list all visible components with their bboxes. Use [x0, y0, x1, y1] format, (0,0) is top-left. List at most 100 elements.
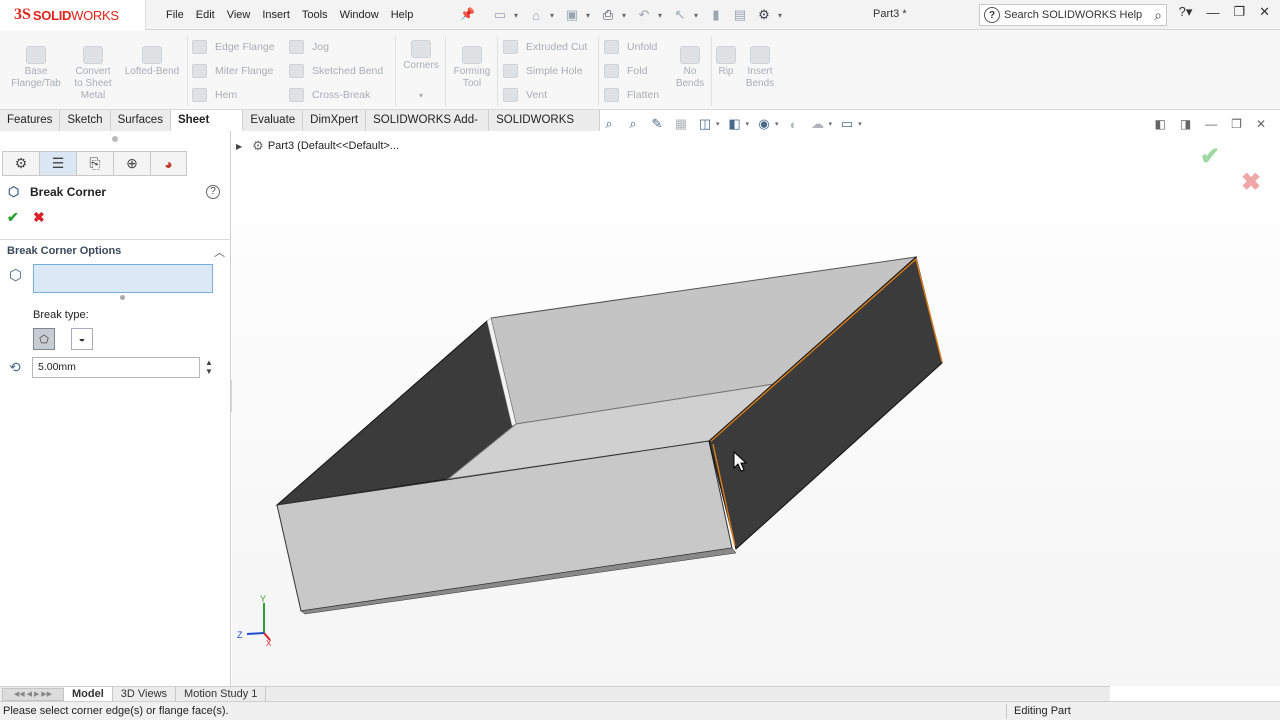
search-icon[interactable]: ⌕ [1154, 7, 1162, 24]
tab-model[interactable]: Model [64, 686, 113, 702]
section-view-icon[interactable]: ▦ [672, 116, 690, 132]
panel-grip[interactable] [112, 136, 118, 142]
tab-motion-study-1[interactable]: Motion Study 1 [176, 686, 267, 702]
distance-spinner-icon[interactable]: ▲ ▼ [205, 358, 213, 376]
new-document-icon[interactable]: ▭ [490, 6, 510, 24]
flatten-button[interactable]: Flatten [604, 88, 659, 102]
view-settings-icon[interactable]: ▭ [838, 116, 856, 132]
apply-scene-icon[interactable]: ☁ [809, 116, 827, 132]
chamfer-break-type-button[interactable]: ⬠ [33, 328, 55, 350]
undo-icon[interactable]: ↶ [634, 6, 654, 24]
zoom-to-area-icon[interactable]: ⌕ [624, 116, 642, 132]
tab-solidworks-add-ins[interactable]: SOLIDWORKS Add-Ins [366, 110, 490, 146]
menu-edit[interactable]: Edit [190, 9, 221, 21]
hem-button[interactable]: Hem [192, 88, 237, 102]
zoom-to-fit-icon[interactable]: ⌕ [600, 116, 618, 132]
display-manager-tab-icon[interactable]: ◕ [150, 151, 187, 176]
feature-manager-tab-icon[interactable]: ⚙ [2, 151, 39, 176]
vent-button[interactable]: Vent [503, 88, 547, 102]
menu-file[interactable]: File [160, 9, 190, 21]
sketched-bend-button[interactable]: Sketched Bend [289, 64, 383, 78]
menu-view[interactable]: View [221, 9, 257, 21]
unfold-button[interactable]: Unfold [604, 40, 657, 54]
display-style-dropdown-icon[interactable]: ▾ [746, 120, 750, 128]
viewport-tile-right-icon[interactable]: ◨ [1180, 117, 1191, 131]
tab-sheet-metal[interactable]: Sheet Metal [170, 110, 244, 146]
menu-tools[interactable]: Tools [296, 9, 334, 21]
previous-view-icon[interactable]: ✎ [648, 116, 666, 132]
print-icon[interactable]: ⎙ [598, 6, 618, 24]
dimxpert-manager-tab-icon[interactable]: ⊕ [113, 151, 150, 176]
save-dropdown-icon[interactable]: ▾ [586, 11, 594, 20]
save-icon[interactable]: ▣ [562, 6, 582, 24]
menu-help[interactable]: Help [385, 9, 420, 21]
rip-button[interactable]: Rip [712, 46, 740, 78]
edge-flange-button[interactable]: Edge Flange [192, 40, 275, 54]
tab-surfaces[interactable]: Surfaces [110, 110, 171, 131]
open-dropdown-icon[interactable]: ▾ [550, 11, 558, 20]
print-dropdown-icon[interactable]: ▾ [622, 11, 630, 20]
restore-icon[interactable]: ❐ [1233, 4, 1245, 20]
insert-bends-button[interactable]: Insert Bends [740, 46, 780, 90]
ok-checkmark-icon[interactable]: ✔ [7, 209, 19, 226]
expand-arrow-icon[interactable]: ▶ [236, 142, 242, 151]
feature-tree-flyout[interactable]: ▶ ⚙ Part3 (Default<<Default>... [236, 138, 399, 154]
selection-box-resize-handle[interactable] [120, 295, 125, 300]
tab-dimxpert[interactable]: DimXpert [303, 110, 367, 131]
viewport-close-icon[interactable]: ✕ [1256, 117, 1266, 131]
hide-show-dropdown-icon[interactable]: ▾ [775, 120, 779, 128]
view-orientation-icon[interactable]: ◫ [696, 116, 714, 132]
options-gear-icon[interactable]: ⚙ [754, 6, 774, 24]
select-icon[interactable]: ↖ [670, 6, 690, 24]
select-dropdown-icon[interactable]: ▾ [694, 11, 702, 20]
miter-flange-button[interactable]: Miter Flange [192, 64, 273, 78]
confirmation-ok-icon[interactable]: ✔ [1200, 142, 1220, 171]
corners-dropdown-icon[interactable]: ▾ [398, 90, 444, 102]
property-manager-tab-icon[interactable]: ☰ [39, 151, 76, 176]
search-help-field[interactable]: ? Search SOLIDWORKS Help ⌕ [979, 4, 1167, 26]
tab-features[interactable]: Features [0, 110, 61, 131]
viewport-tile-left-icon[interactable]: ◧ [1154, 117, 1165, 131]
sheet-metal-box-model[interactable]: Y Z X [232, 131, 1280, 686]
help-menu-icon[interactable]: ?▾ [1179, 4, 1193, 20]
minimize-icon[interactable]: — [1206, 5, 1219, 20]
tab-evaluate[interactable]: Evaluate [243, 110, 304, 131]
edit-appearance-icon[interactable]: ◐ [785, 116, 803, 132]
base-flange-button[interactable]: Base Flange/Tab [8, 46, 64, 90]
lofted-bend-button[interactable]: Lofted-Bend [120, 46, 184, 78]
help-icon[interactable]: ? [206, 185, 220, 199]
apply-scene-dropdown-icon[interactable]: ▾ [829, 120, 833, 128]
fillet-break-type-button[interactable]: ◒ [71, 328, 93, 350]
tab-solidworks-mbd[interactable]: SOLIDWORKS MBD [489, 110, 600, 146]
extruded-cut-button[interactable]: Extruded Cut [503, 40, 587, 54]
viewport-minimize-icon[interactable]: — [1205, 117, 1217, 131]
tab-sketch[interactable]: Sketch [60, 110, 111, 131]
no-bends-button[interactable]: No Bends [670, 46, 710, 90]
solidworks-logo[interactable]: 3S SOLIDWORKS [0, 0, 146, 30]
new-dropdown-icon[interactable]: ▾ [514, 11, 522, 20]
corner-entities-selection-box[interactable] [33, 264, 213, 293]
corners-button[interactable]: Corners ▾ [398, 40, 444, 102]
pin-menu-icon[interactable]: 📌 [460, 7, 475, 21]
jog-button[interactable]: Jog [289, 40, 329, 54]
options-dropdown-icon[interactable]: ▾ [778, 11, 786, 20]
open-icon[interactable]: ⌂ [526, 6, 546, 24]
file-properties-icon[interactable]: ▤ [730, 6, 750, 24]
cancel-x-icon[interactable]: ✖ [33, 209, 45, 226]
viewport-restore-icon[interactable]: ❐ [1231, 117, 1242, 131]
view-settings-dropdown-icon[interactable]: ▾ [858, 120, 862, 128]
hide-show-items-icon[interactable]: ◉ [755, 116, 773, 132]
tab-3d-views[interactable]: 3D Views [113, 686, 177, 702]
close-icon[interactable]: ✕ [1259, 4, 1270, 20]
display-style-icon[interactable]: ◧ [726, 116, 744, 132]
menu-window[interactable]: Window [334, 9, 385, 21]
fold-button[interactable]: Fold [604, 64, 647, 78]
simple-hole-button[interactable]: Simple Hole [503, 64, 583, 78]
view-orientation-dropdown-icon[interactable]: ▾ [716, 120, 720, 128]
distance-input[interactable]: 5.00mm [32, 357, 200, 378]
undo-dropdown-icon[interactable]: ▾ [658, 11, 666, 20]
configuration-manager-tab-icon[interactable]: ⎘ [76, 151, 113, 176]
collapse-chevron-icon[interactable]: ︿ [214, 244, 225, 260]
cross-break-button[interactable]: Cross-Break [289, 88, 370, 102]
confirmation-cancel-icon[interactable]: ✖ [1241, 168, 1261, 197]
